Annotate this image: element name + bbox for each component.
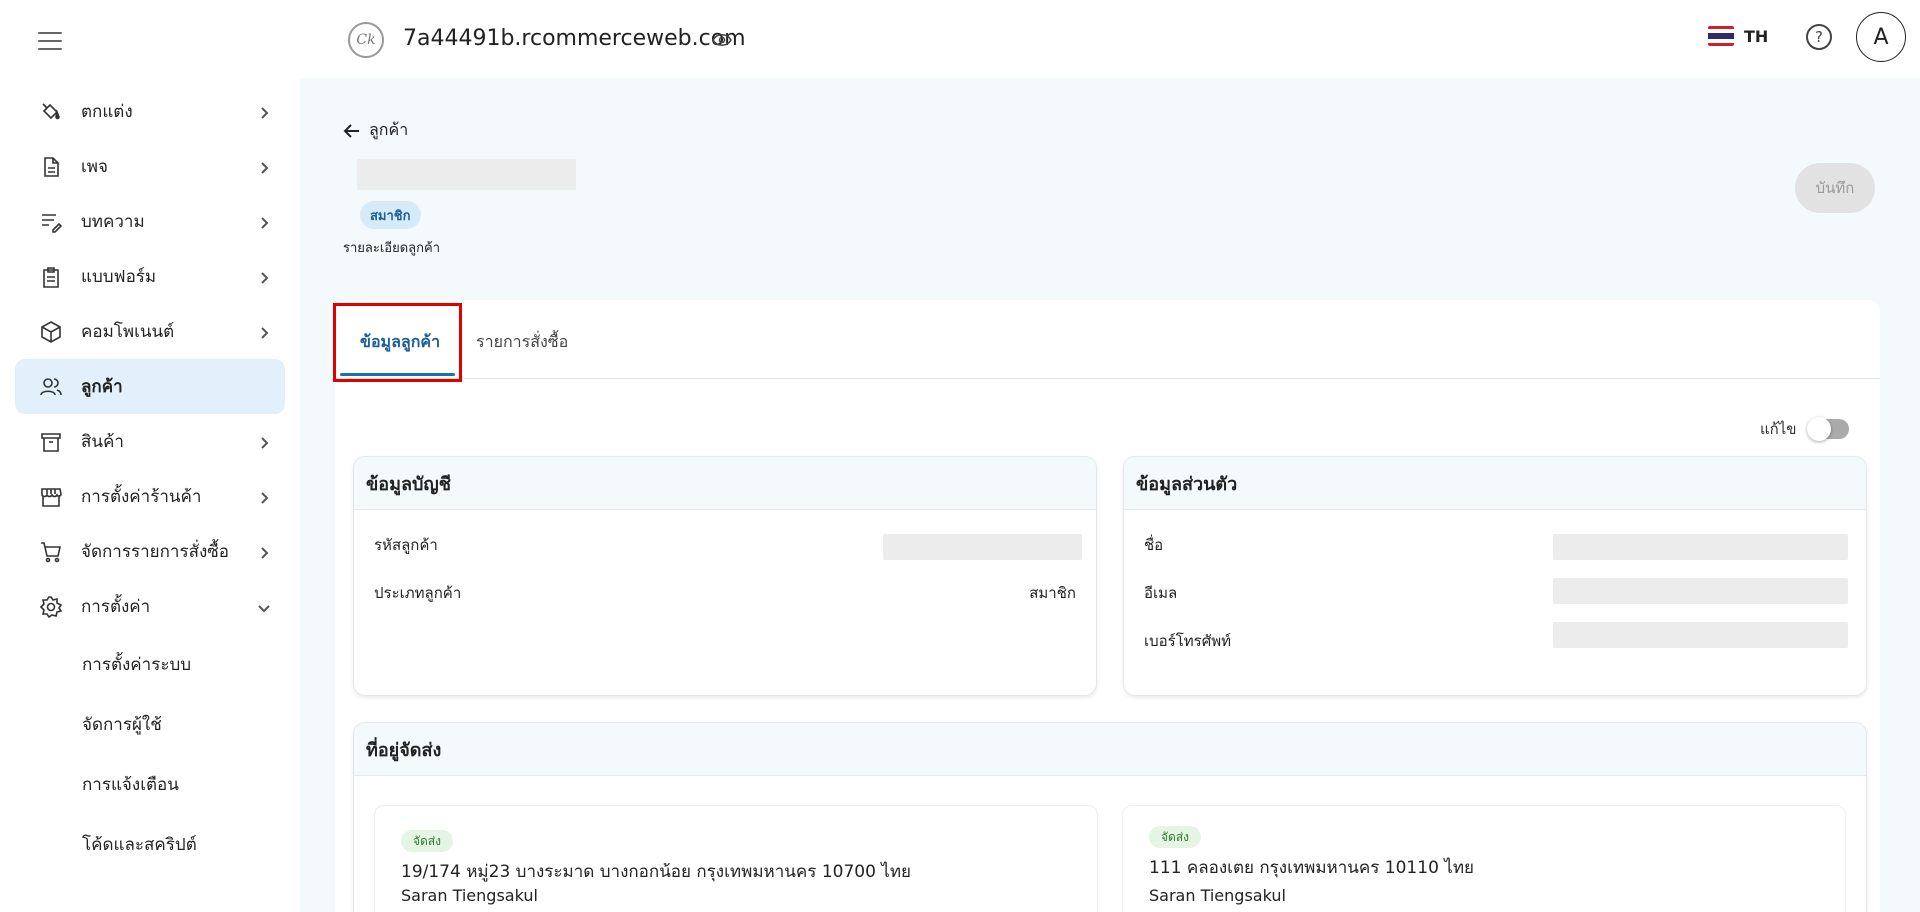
- phone-label: เบอร์โทรศัพท์: [1144, 632, 1232, 650]
- cart-icon: [37, 538, 65, 566]
- chevron-right-icon: [257, 325, 271, 339]
- paint-bucket-icon: [37, 98, 65, 126]
- sidebar-item-label: เพจ: [81, 157, 108, 177]
- tab-orders[interactable]: รายการสั่งซื้อ: [476, 330, 568, 355]
- sidebar-item-label: การตั้งค่า: [81, 597, 151, 617]
- page-subtitle: รายละเอียดลูกค้า: [343, 241, 440, 256]
- address-recipient: Saran Tiengsakul: [401, 886, 538, 905]
- name-label: ชื่อ: [1144, 536, 1164, 554]
- customer-id-placeholder: [883, 534, 1082, 560]
- sidebar-item-label: ตกแต่ง: [81, 102, 133, 122]
- sidebar-item-label: คอมโพเนนต์: [81, 322, 175, 342]
- users-icon: [37, 373, 65, 401]
- eye-icon[interactable]: [712, 33, 732, 47]
- arrow-left-icon: [343, 123, 359, 138]
- sidebar-item-orders[interactable]: จัดการรายการสั่งซื้อ: [15, 524, 285, 579]
- store-icon: [37, 483, 65, 511]
- personal-info-panel: ข้อมูลส่วนตัว ชื่อ อีเมล เบอร์โทรศัพท์: [1123, 456, 1867, 696]
- chevron-right-icon: [257, 160, 271, 174]
- save-button[interactable]: บันทึก: [1795, 163, 1875, 213]
- sidebar-item-label: บทความ: [81, 212, 145, 232]
- back-link[interactable]: ลูกค้า: [343, 118, 408, 143]
- member-badge: สมาชิก: [360, 201, 421, 229]
- sidebar-item-articles[interactable]: บทความ: [15, 194, 285, 249]
- chevron-right-icon: [257, 435, 271, 449]
- sidebar-item-label: แบบฟอร์ม: [81, 267, 157, 287]
- sidebar: ตกแต่ง เพจ บทความ แบบฟอร์ม คอมโพเนนต์ ลู…: [0, 0, 300, 912]
- sidebar-nav: ตกแต่ง เพจ บทความ แบบฟอร์ม คอมโพเนนต์ ลู…: [15, 84, 285, 874]
- help-icon[interactable]: ?: [1806, 24, 1832, 50]
- customer-id-label: รหัสลูกค้า: [374, 536, 438, 554]
- sidebar-subitem-user-management[interactable]: จัดการผู้ใช้: [15, 694, 285, 754]
- file-icon: [37, 153, 65, 181]
- gear-icon: [37, 593, 65, 621]
- language-switcher[interactable]: TH: [1708, 26, 1768, 46]
- sidebar-item-label: การตั้งค่าร้านค้า: [81, 487, 202, 507]
- address-card[interactable]: จัดส่ง 19/174 หมู่23 บางระมาด บางกอกน้อย…: [374, 805, 1098, 912]
- shipping-badge: จัดส่ง: [401, 830, 454, 852]
- email-label: อีเมล: [1144, 584, 1178, 602]
- panel-title: ข้อมูลส่วนตัว: [1124, 457, 1866, 510]
- edit-toggle[interactable]: [1806, 417, 1849, 441]
- back-label: ลูกค้า: [369, 120, 409, 139]
- phone-placeholder: [1553, 622, 1848, 648]
- clipboard-icon: [37, 263, 65, 291]
- sidebar-item-label: สินค้า: [81, 432, 124, 452]
- sidebar-item-store-settings[interactable]: การตั้งค่าร้านค้า: [15, 469, 285, 524]
- panel-title: ข้อมูลบัญชี: [354, 457, 1096, 510]
- article-edit-icon: [37, 208, 65, 236]
- sidebar-item-components[interactable]: คอมโพเนนต์: [15, 304, 285, 359]
- shipping-badge: จัดส่ง: [1149, 826, 1202, 848]
- archive-box-icon: [37, 428, 65, 456]
- sidebar-item-pages[interactable]: เพจ: [15, 139, 285, 194]
- customer-name-placeholder: [357, 159, 576, 190]
- address-line: 19/174 หมู่23 บางระมาด บางกอกน้อย กรุงเท…: [401, 862, 912, 882]
- chevron-down-icon: [257, 600, 271, 614]
- address-card[interactable]: จัดส่ง 111 คลองเตย กรุงเทพมหานคร 10110 ไ…: [1122, 805, 1846, 912]
- avatar[interactable]: A: [1856, 12, 1906, 62]
- edit-toggle-row: แก้ไข: [1760, 417, 1849, 441]
- chevron-right-icon: [257, 105, 271, 119]
- panel-title: ที่อยู่จัดส่ง: [354, 723, 1866, 776]
- menu-icon[interactable]: [38, 32, 62, 52]
- name-placeholder: [1553, 534, 1848, 560]
- tabs: ข้อมูลลูกค้า รายการสั่งซื้อ: [333, 300, 1880, 382]
- top-header: Ck 7a44491b.rcommerceweb.com TH ? A: [300, 0, 1920, 78]
- customer-card: ข้อมูลลูกค้า รายการสั่งซื้อ แก้ไข ข้อมูล…: [333, 300, 1880, 912]
- chevron-right-icon: [257, 215, 271, 229]
- sidebar-item-forms[interactable]: แบบฟอร์ม: [15, 249, 285, 304]
- sidebar-item-products[interactable]: สินค้า: [15, 414, 285, 469]
- address-recipient: Saran Tiengsakul: [1149, 886, 1286, 905]
- chevron-right-icon: [257, 490, 271, 504]
- cube-icon: [37, 318, 65, 346]
- sidebar-subitem-code-scripts[interactable]: โค้ดและสคริปต์: [15, 814, 285, 874]
- edit-label: แก้ไข: [1760, 420, 1797, 438]
- sidebar-item-decorate[interactable]: ตกแต่ง: [15, 84, 285, 139]
- language-label: TH: [1744, 26, 1769, 46]
- tab-highlight-box: [333, 303, 462, 382]
- sidebar-item-customers[interactable]: ลูกค้า: [15, 359, 285, 414]
- site-url[interactable]: 7a44491b.rcommerceweb.com: [403, 26, 746, 51]
- sidebar-subitem-system-settings[interactable]: การตั้งค่าระบบ: [15, 634, 285, 694]
- sidebar-subitem-notifications[interactable]: การแจ้งเตือน: [15, 754, 285, 814]
- customer-type-value: สมาชิก: [1029, 584, 1076, 602]
- shipping-address-panel: ที่อยู่จัดส่ง จัดส่ง 19/174 หมู่23 บางระ…: [353, 722, 1867, 912]
- thai-flag-icon: [1708, 26, 1734, 46]
- email-placeholder: [1553, 578, 1848, 604]
- chevron-right-icon: [257, 270, 271, 284]
- sidebar-item-label: จัดการรายการสั่งซื้อ: [81, 542, 230, 562]
- account-info-panel: ข้อมูลบัญชี รหัสลูกค้า ประเภทลูกค้า สมาช…: [353, 456, 1097, 696]
- chevron-right-icon: [257, 545, 271, 559]
- sidebar-item-label: ลูกค้า: [81, 377, 123, 397]
- site-logo-icon: Ck: [348, 22, 384, 58]
- address-line: 111 คลองเตย กรุงเทพมหานคร 10110 ไทย: [1149, 858, 1475, 878]
- sidebar-item-settings[interactable]: การตั้งค่า: [15, 579, 285, 634]
- customer-type-label: ประเภทลูกค้า: [374, 584, 462, 602]
